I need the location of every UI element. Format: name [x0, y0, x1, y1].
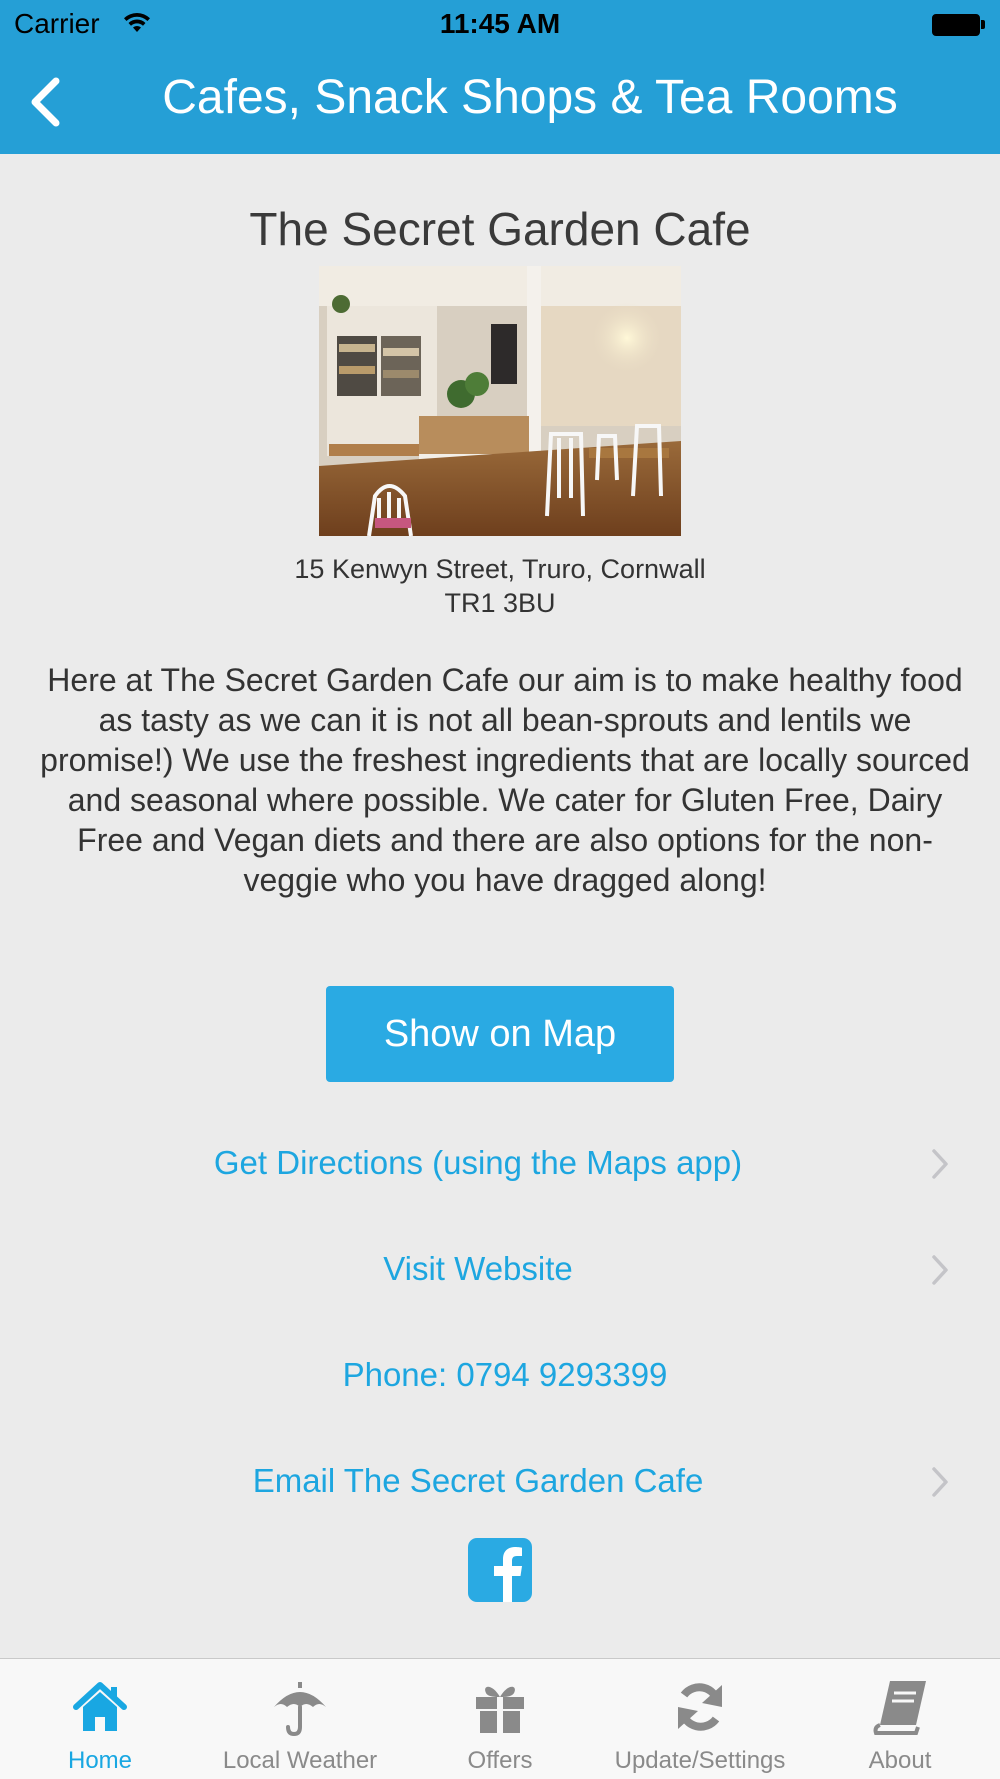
umbrella-icon — [274, 1682, 326, 1737]
tab-label-offers: Offers — [467, 1747, 533, 1774]
gift-icon — [476, 1686, 524, 1733]
book-icon — [873, 1681, 926, 1735]
address-line-2: TR1 3BU — [444, 588, 556, 618]
facebook-icon[interactable] — [468, 1538, 532, 1602]
battery-icon — [932, 14, 986, 36]
status-bar: Carrier 11:45 AM — [0, 0, 1000, 50]
chevron-right-icon — [932, 1467, 948, 1497]
visit-website-label: Visit Website — [383, 1250, 573, 1287]
back-chevron-icon[interactable] — [26, 75, 70, 129]
page-title: Cafes, Snack Shops & Tea Rooms — [162, 71, 898, 124]
chevron-right-icon — [932, 1255, 948, 1285]
tab-label-home: Home — [67, 1747, 133, 1774]
address-line-1: 15 Kenwyn Street, Truro, Cornwall — [294, 554, 706, 584]
cafe-photo — [319, 266, 681, 536]
get-directions-label: Get Directions (using the Maps app) — [213, 1144, 743, 1181]
tab-about[interactable]: About — [800, 1659, 1000, 1779]
tab-home[interactable]: Home — [0, 1659, 200, 1779]
tab-label-about: About — [868, 1747, 932, 1774]
phone-label: Phone: 0794 9293399 — [342, 1356, 668, 1393]
email-link[interactable]: Email The Secret Garden Cafe — [0, 1446, 1000, 1516]
tab-local-weather[interactable]: Local Weather — [200, 1659, 400, 1779]
cafe-name: The Secret Garden Cafe — [249, 203, 751, 255]
visit-website-link[interactable]: Visit Website — [0, 1234, 1000, 1304]
get-directions-link[interactable]: Get Directions (using the Maps app) — [0, 1128, 1000, 1198]
chevron-right-icon — [932, 1149, 948, 1179]
refresh-icon — [678, 1683, 722, 1731]
email-label: Email The Secret Garden Cafe — [252, 1462, 704, 1499]
tab-label-local-weather: Local Weather — [222, 1747, 378, 1774]
tab-label-update-settings: Update/Settings — [614, 1747, 786, 1774]
status-time: 11:45 AM — [439, 8, 561, 39]
home-icon — [73, 1682, 127, 1731]
show-on-map-button[interactable]: Show on Map — [326, 986, 674, 1082]
tab-update-settings[interactable]: Update/Settings — [600, 1659, 800, 1779]
tab-bar: Home Local Weather Offers Update/Setting… — [0, 1658, 1000, 1779]
tab-offers[interactable]: Offers — [400, 1659, 600, 1779]
cafe-description: Here at The Secret Garden Cafe our aim i… — [40, 662, 970, 898]
navigation-bar: Cafes, Snack Shops & Tea Rooms — [0, 50, 1000, 154]
address: 15 Kenwyn Street, Truro, Cornwall TR1 3B… — [0, 552, 1000, 620]
phone-link[interactable]: Phone: 0794 9293399 — [0, 1340, 1000, 1410]
